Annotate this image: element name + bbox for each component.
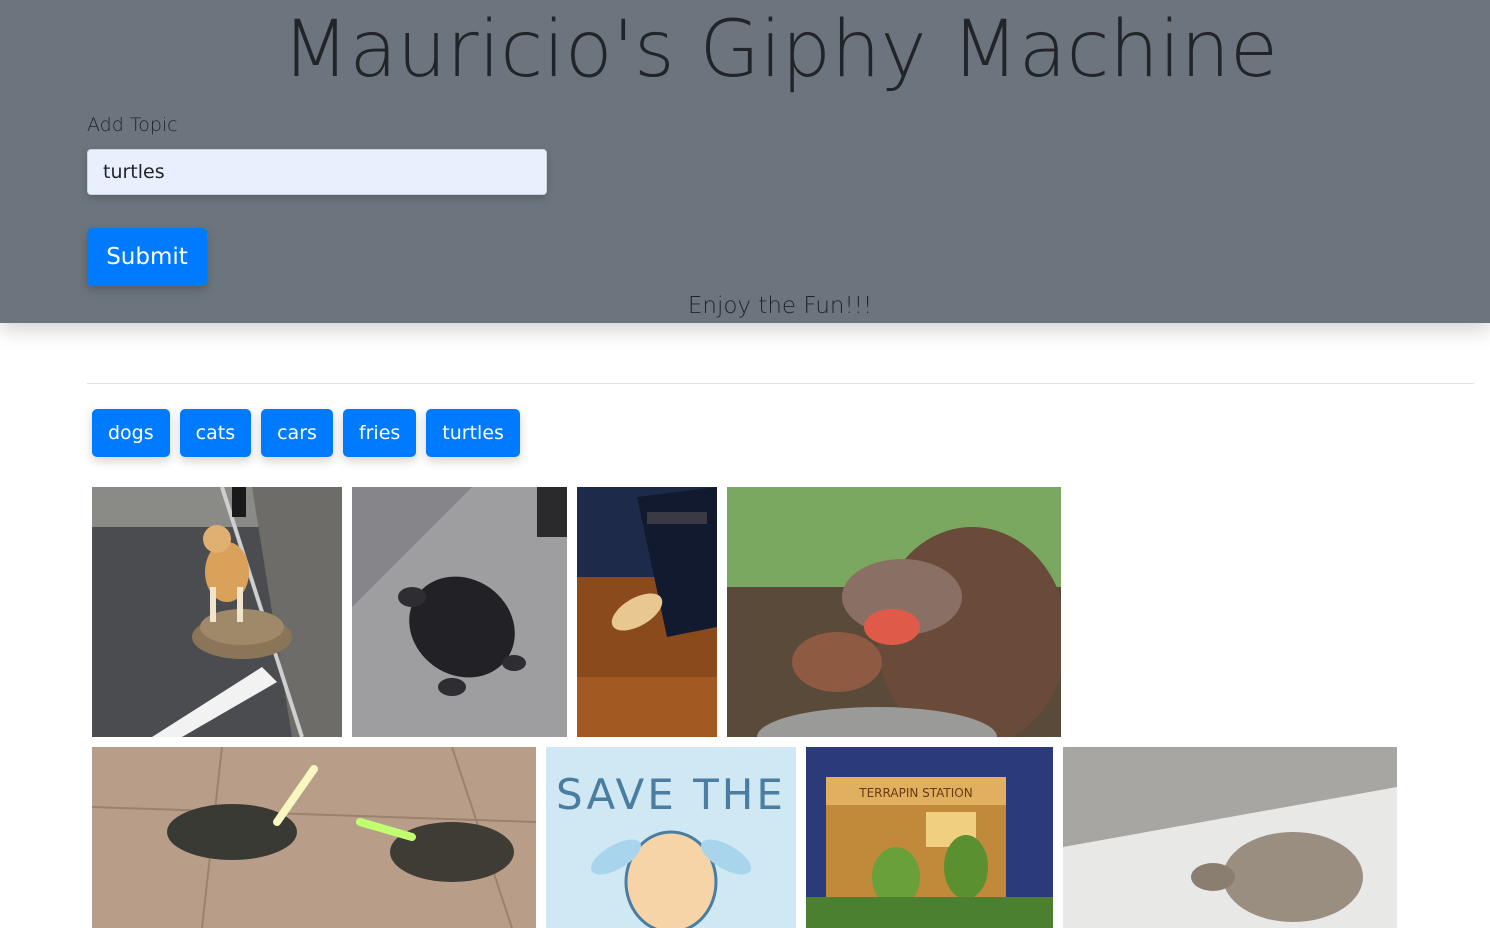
turtles-lightsabers-image [92, 747, 536, 928]
tagline: Enjoy the Fun!!! [687, 293, 873, 319]
topic-button-cats[interactable]: cats [179, 409, 252, 457]
topic-button-dogs[interactable]: dogs [92, 409, 170, 457]
sea-turtle-illustration: SAVE THE [546, 747, 796, 928]
gif-tortoise-walking[interactable] [1063, 747, 1397, 928]
topic-button-turtles[interactable]: turtles [426, 409, 520, 457]
tortoise-face-image [727, 487, 1061, 737]
gif-tortoise-open-mouth[interactable] [727, 487, 1061, 737]
tortoise-walking-image [1063, 747, 1397, 928]
terrapin-station-sign: TERRAPIN STATION [858, 786, 972, 800]
header-jumbotron: Mauricio's Giphy Machine Add Topic Submi… [0, 0, 1490, 323]
small-turtle-image [577, 487, 717, 737]
gif-dog-riding-tortoise[interactable] [92, 487, 342, 737]
divider [87, 383, 1474, 384]
gif-turtles-lightsabers[interactable] [92, 747, 536, 928]
topic-button-list: dogs cats cars fries turtles [92, 409, 520, 457]
topic-button-fries[interactable]: fries [342, 409, 417, 457]
add-topic-label: Add Topic [87, 114, 178, 136]
gif-black-turtle[interactable] [352, 487, 567, 737]
dog-on-tortoise-image [92, 487, 342, 737]
gif-cartoon-turtles-dancing[interactable]: TERRAPIN STATION [806, 747, 1053, 928]
cartoon-turtles-image: TERRAPIN STATION [806, 747, 1053, 928]
submit-button[interactable]: Submit [87, 228, 207, 286]
topic-input[interactable] [87, 149, 547, 195]
black-turtle-image [352, 487, 567, 737]
topic-button-cars[interactable]: cars [261, 409, 333, 457]
save-the-text: SAVE THE [556, 770, 786, 819]
gif-small-turtle-on-floor[interactable] [577, 487, 717, 737]
page-title: Mauricio's Giphy Machine [282, 5, 1278, 95]
gif-save-the-turtles[interactable]: SAVE THE [546, 747, 796, 928]
